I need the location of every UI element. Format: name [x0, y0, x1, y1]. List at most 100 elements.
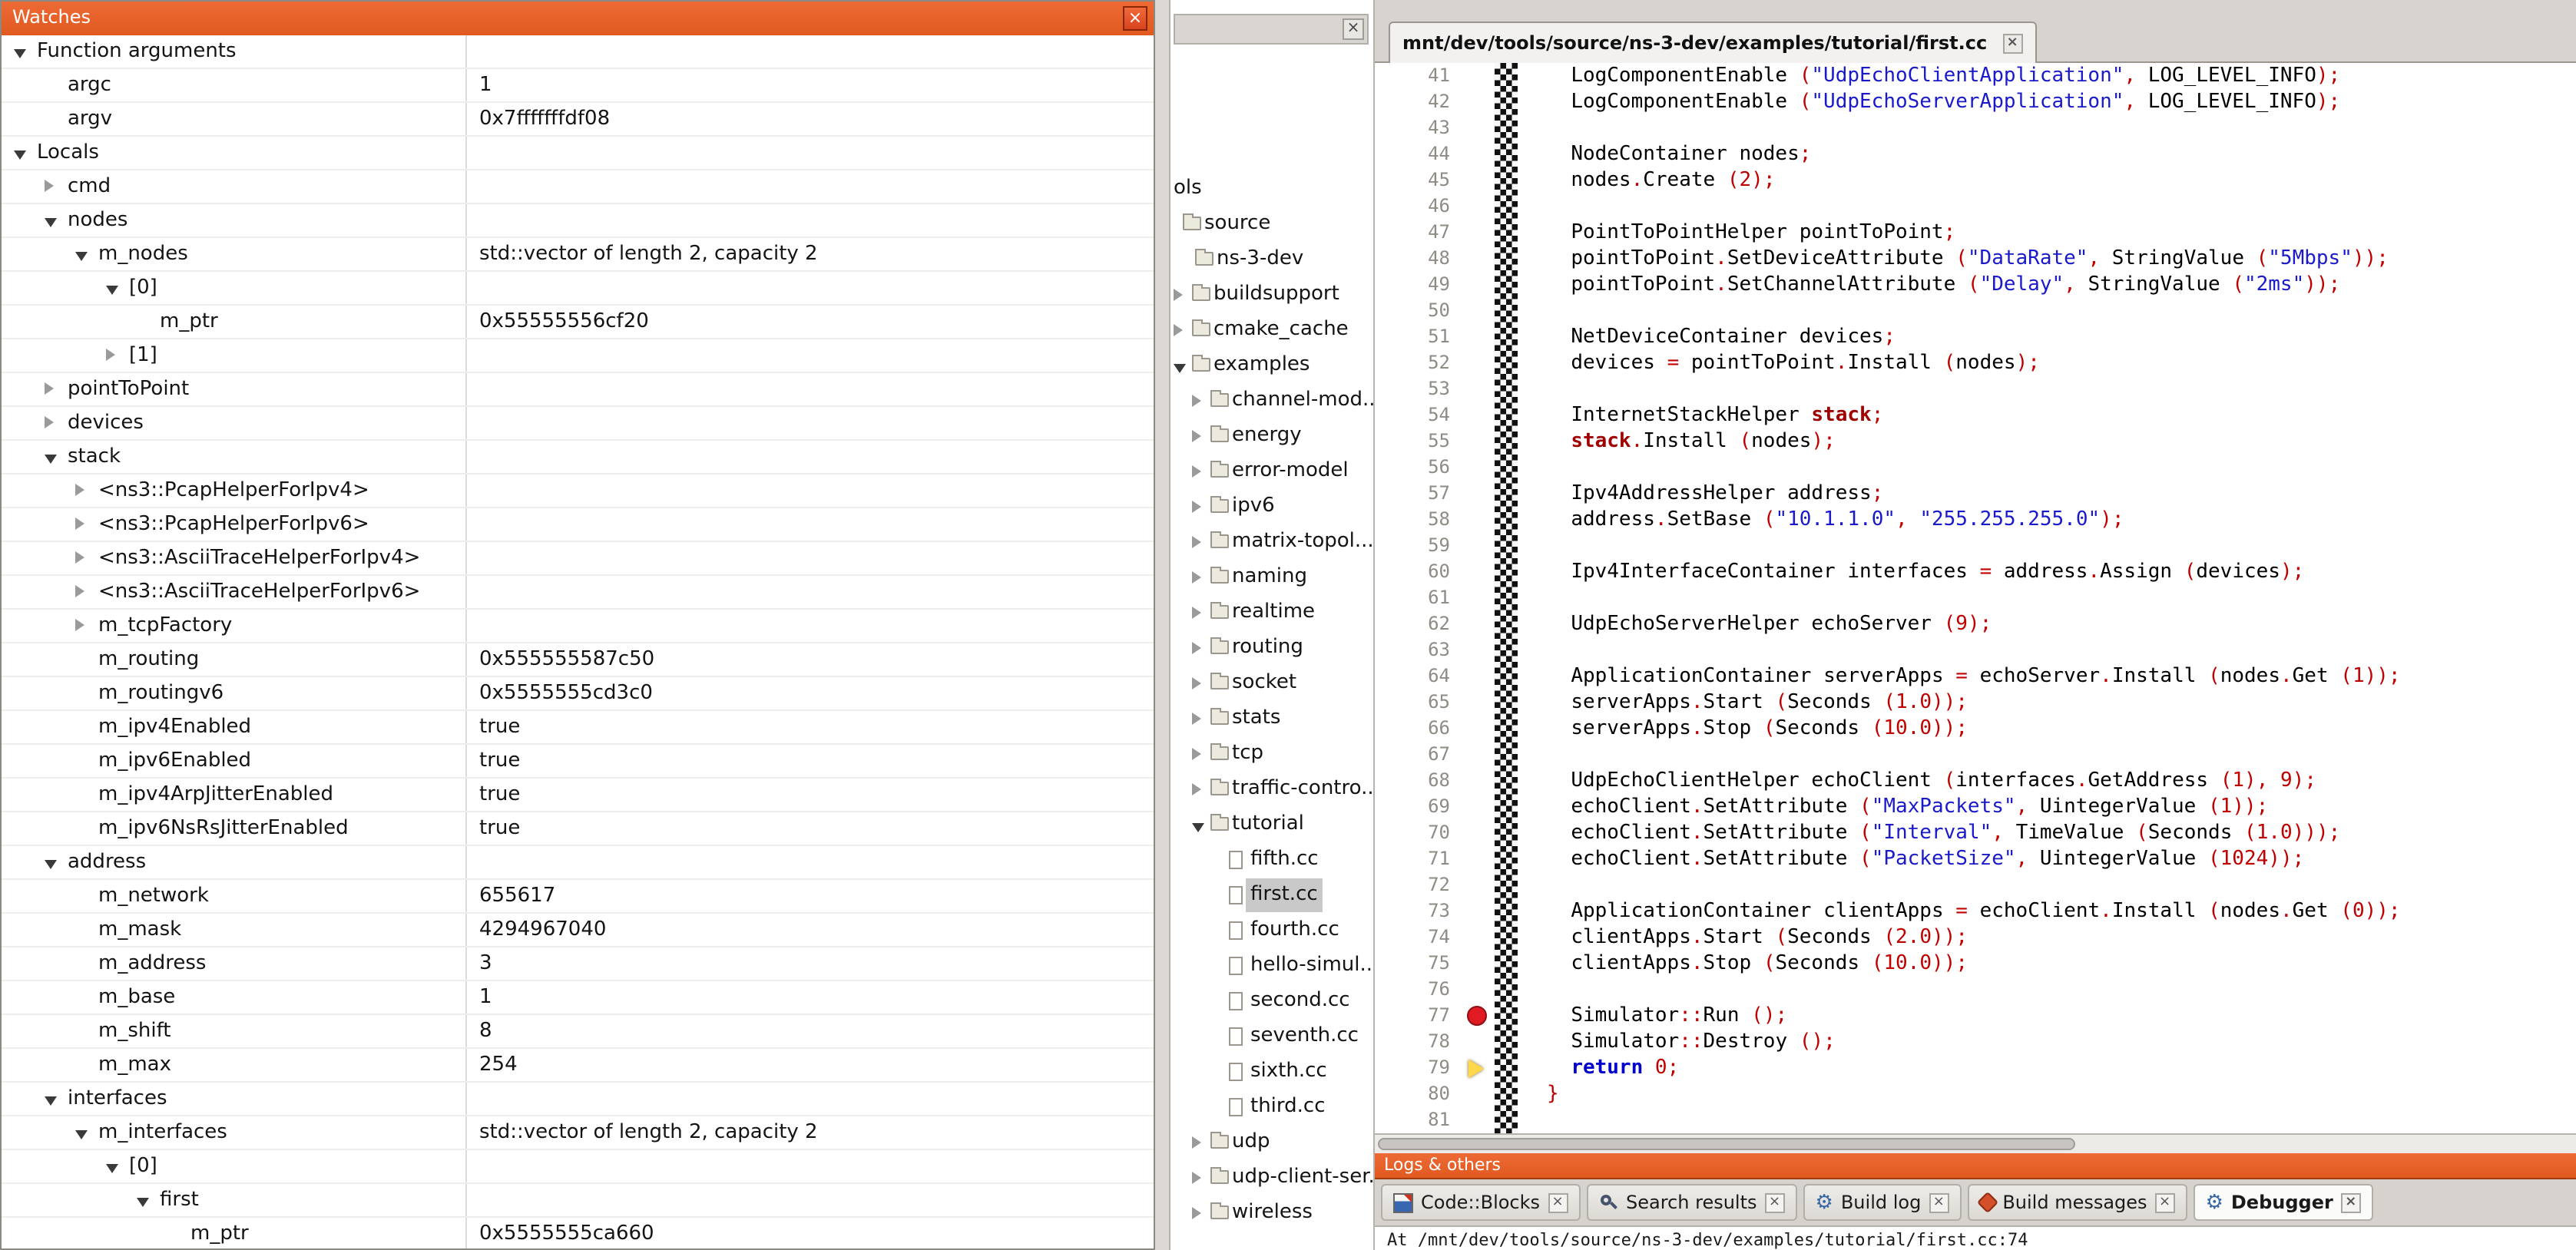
- line-number[interactable]: 65: [1375, 689, 1450, 716]
- watch-row[interactable]: m_ipv6NsRsJitterEnabledtrue: [2, 812, 1154, 846]
- tree-item[interactable]: seventh.cc: [1170, 1020, 1373, 1055]
- horizontal-scrollbar[interactable]: [1375, 1133, 2576, 1153]
- marker-cell[interactable]: [1464, 1055, 1495, 1081]
- watch-row[interactable]: [1]: [2, 339, 1154, 373]
- line-number[interactable]: 75: [1375, 951, 1450, 977]
- expand-arrow-icon[interactable]: [1192, 1207, 1201, 1219]
- marker-cell[interactable]: [1464, 220, 1495, 246]
- line-number[interactable]: 59: [1375, 533, 1450, 559]
- tree-item[interactable]: routing: [1170, 631, 1373, 666]
- tree-item[interactable]: hello-simul...: [1170, 949, 1373, 984]
- tree-item[interactable]: channel-mod...: [1170, 384, 1373, 419]
- line-number[interactable]: 46: [1375, 193, 1450, 220]
- marker-cell[interactable]: [1464, 272, 1495, 298]
- close-icon[interactable]: ×: [2002, 33, 2022, 53]
- watch-row[interactable]: m_shift8: [2, 1015, 1154, 1049]
- tree-item[interactable]: ipv6: [1170, 490, 1373, 525]
- marker-cell[interactable]: [1464, 1107, 1495, 1133]
- code-line[interactable]: [1547, 376, 2576, 402]
- expand-arrow-icon[interactable]: [1192, 430, 1201, 442]
- marker-cell[interactable]: [1464, 611, 1495, 637]
- marker-cell[interactable]: [1464, 298, 1495, 324]
- marker-cell[interactable]: [1464, 559, 1495, 585]
- code-line[interactable]: address.SetBase ("10.1.1.0", "255.255.25…: [1547, 507, 2576, 533]
- line-number[interactable]: 61: [1375, 585, 1450, 611]
- close-icon[interactable]: ×: [1929, 1192, 1949, 1212]
- marker-cell[interactable]: [1464, 716, 1495, 742]
- marker-cell[interactable]: [1464, 585, 1495, 611]
- tree-item[interactable]: tutorial: [1170, 808, 1373, 843]
- expand-arrow-icon[interactable]: [1174, 324, 1183, 336]
- code-line[interactable]: ApplicationContainer serverApps = echoSe…: [1547, 663, 2576, 689]
- code-line[interactable]: Simulator::Destroy ();: [1547, 1029, 2576, 1055]
- line-number[interactable]: 64: [1375, 663, 1450, 689]
- marker-cell[interactable]: [1464, 663, 1495, 689]
- line-number[interactable]: 50: [1375, 298, 1450, 324]
- code-line[interactable]: clientApps.Start (Seconds (2.0));: [1547, 924, 2576, 951]
- collapse-arrow-icon[interactable]: [1174, 364, 1186, 373]
- collapse-arrow-icon[interactable]: [106, 286, 118, 295]
- marker-cell[interactable]: [1464, 455, 1495, 481]
- tree-item[interactable]: fifth.cc: [1170, 843, 1373, 878]
- tree-item[interactable]: cmake_cache: [1170, 313, 1373, 349]
- line-number[interactable]: 41: [1375, 63, 1450, 89]
- line-number[interactable]: 73: [1375, 898, 1450, 924]
- code-line[interactable]: echoClient.SetAttribute ("PacketSize", U…: [1547, 846, 2576, 872]
- code-line[interactable]: UdpEchoClientHelper echoClient (interfac…: [1547, 768, 2576, 794]
- line-number[interactable]: 62: [1375, 611, 1450, 637]
- watch-row[interactable]: m_tcpFactory: [2, 610, 1154, 643]
- watch-row[interactable]: m_mask4294967040: [2, 914, 1154, 947]
- line-number[interactable]: 69: [1375, 794, 1450, 820]
- code-line[interactable]: ApplicationContainer clientApps = echoCl…: [1547, 898, 2576, 924]
- collapse-arrow-icon[interactable]: [106, 1164, 118, 1173]
- tree-item[interactable]: stats: [1170, 702, 1373, 737]
- line-number[interactable]: 57: [1375, 481, 1450, 507]
- watch-row[interactable]: m_nodesstd::vector of length 2, capacity…: [2, 238, 1154, 272]
- marker-cell[interactable]: [1464, 951, 1495, 977]
- line-number[interactable]: 72: [1375, 872, 1450, 898]
- close-icon[interactable]: ×: [1548, 1192, 1568, 1212]
- watches-title-bar[interactable]: Watches ×: [2, 2, 1154, 37]
- expand-arrow-icon[interactable]: [1192, 1136, 1201, 1149]
- marker-cell[interactable]: [1464, 872, 1495, 898]
- watch-row[interactable]: m_routingv60x5555555cd3c0: [2, 677, 1154, 711]
- logs-tab-search-results[interactable]: Search results×: [1586, 1184, 1797, 1221]
- code-line[interactable]: stack.Install (nodes);: [1547, 428, 2576, 455]
- tree-item[interactable]: wireless: [1170, 1196, 1373, 1232]
- marker-cell[interactable]: [1464, 324, 1495, 350]
- code-line[interactable]: [1547, 1107, 2576, 1133]
- code-line[interactable]: pointToPoint.SetChannelAttribute ("Delay…: [1547, 272, 2576, 298]
- watch-row[interactable]: Locals: [2, 137, 1154, 170]
- expand-arrow-icon[interactable]: [1192, 1172, 1201, 1184]
- marker-cell[interactable]: [1464, 898, 1495, 924]
- tree-item[interactable]: second.cc: [1170, 984, 1373, 1020]
- code-line[interactable]: Ipv4AddressHelper address;: [1547, 481, 2576, 507]
- code-line[interactable]: UdpEchoServerHelper echoServer (9);: [1547, 611, 2576, 637]
- marker-cell[interactable]: [1464, 115, 1495, 141]
- collapse-arrow-icon[interactable]: [45, 1096, 57, 1106]
- code-line[interactable]: [1547, 455, 2576, 481]
- code-line[interactable]: devices = pointToPoint.Install (nodes);: [1547, 350, 2576, 376]
- watch-row[interactable]: m_ptr0x5555555ca660: [2, 1218, 1154, 1248]
- line-number[interactable]: 51: [1375, 324, 1450, 350]
- line-number[interactable]: 60: [1375, 559, 1450, 585]
- line-number[interactable]: 63: [1375, 637, 1450, 663]
- panel-splitter[interactable]: [1155, 0, 1170, 1250]
- watch-row[interactable]: m_address3: [2, 947, 1154, 981]
- tree-item[interactable]: source: [1170, 207, 1373, 243]
- tree-item[interactable]: first.cc: [1170, 878, 1373, 914]
- line-number[interactable]: 42: [1375, 89, 1450, 115]
- marker-cell[interactable]: [1464, 689, 1495, 716]
- code-line[interactable]: LogComponentEnable ("UdpEchoClientApplic…: [1547, 63, 2576, 89]
- code-line[interactable]: [1547, 872, 2576, 898]
- expand-arrow-icon[interactable]: [1192, 677, 1201, 689]
- logs-tab-build-log[interactable]: ⚙Build log×: [1803, 1184, 1962, 1221]
- code-line[interactable]: [1547, 637, 2576, 663]
- tree-item[interactable]: examples: [1170, 349, 1373, 384]
- watch-row[interactable]: <ns3::PcapHelperForIpv6>: [2, 508, 1154, 542]
- watch-row[interactable]: <ns3::PcapHelperForIpv4>: [2, 475, 1154, 508]
- marker-cell[interactable]: [1464, 768, 1495, 794]
- expand-arrow-icon[interactable]: [1192, 783, 1201, 795]
- line-number[interactable]: 52: [1375, 350, 1450, 376]
- tree-item[interactable]: matrix-topol...: [1170, 525, 1373, 561]
